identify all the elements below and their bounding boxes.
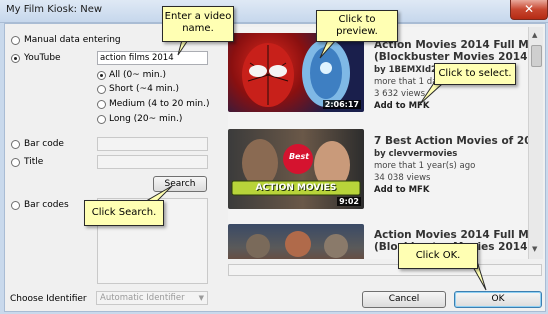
callout-ok: Click OK. <box>398 243 478 269</box>
callout-search: Click Search. <box>84 200 164 226</box>
callout-select: Click to select. <box>434 63 516 85</box>
callout-preview: Click to preview. <box>316 10 398 42</box>
callout-enter-name: Enter a video name. <box>162 6 234 42</box>
